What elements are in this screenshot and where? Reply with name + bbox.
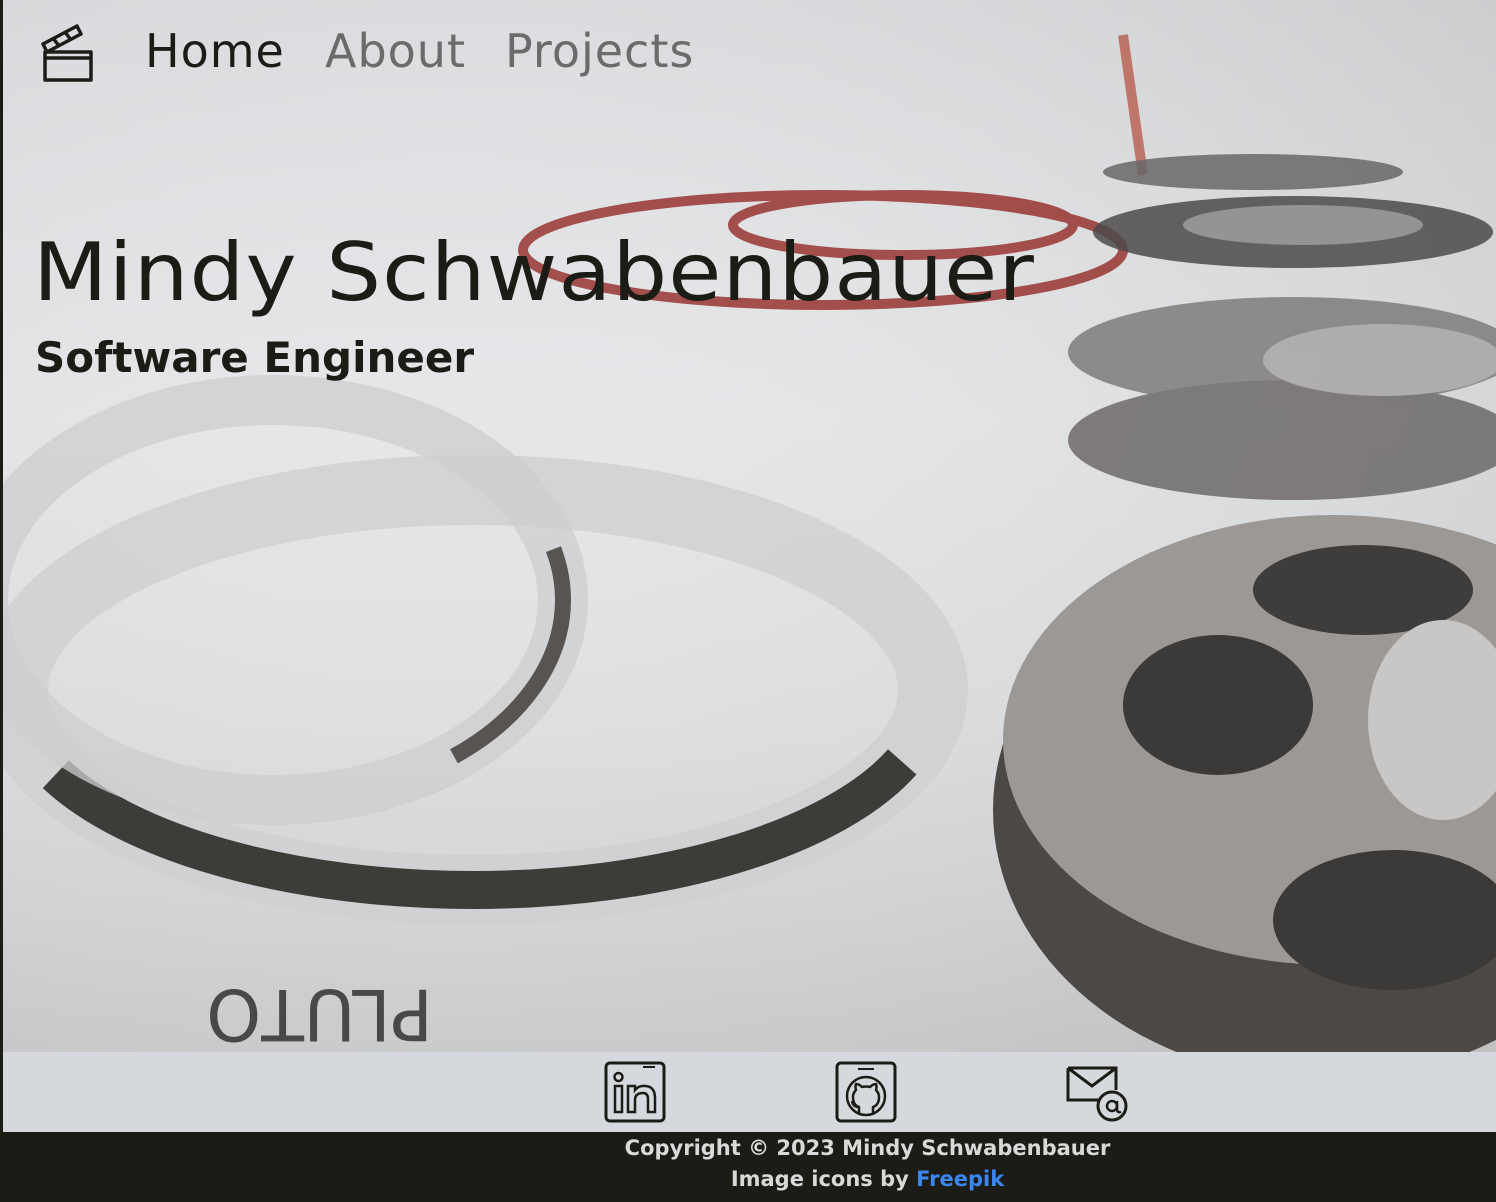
- nav-link-projects[interactable]: Projects: [505, 20, 694, 82]
- nav-link-home[interactable]: Home: [145, 20, 285, 82]
- social-links-bar: [3, 1052, 1496, 1132]
- main-nav: Home About Projects: [3, 0, 903, 110]
- film-reels-background-image: PLUTO: [3, 0, 1496, 1052]
- hero-name: Mindy Schwabenbauer: [33, 226, 1035, 319]
- site-footer: Copyright © 2023 Mindy Schwabenbauer Ima…: [3, 1132, 1496, 1197]
- page-frame: PLUTO Home About Projects Mindy Schwaben…: [0, 0, 1496, 1202]
- github-link[interactable]: [834, 1060, 898, 1124]
- hero-section: PLUTO Home About Projects Mindy Schwaben…: [3, 0, 1496, 1052]
- email-icon: [1066, 1066, 1128, 1122]
- nav-link-about[interactable]: About: [325, 20, 466, 82]
- github-icon: [835, 1061, 897, 1123]
- linkedin-link[interactable]: [603, 1060, 667, 1124]
- svg-text:PLUTO: PLUTO: [206, 973, 433, 1052]
- freepik-link[interactable]: Freepik: [916, 1167, 1004, 1191]
- image-credit: Image icons by Freepik: [3, 1164, 1496, 1194]
- email-link[interactable]: [1065, 1060, 1129, 1124]
- image-credit-text: Image icons by: [730, 1167, 917, 1191]
- linkedin-icon: [604, 1061, 666, 1123]
- clapperboard-icon[interactable]: [39, 20, 97, 84]
- copyright-text: Copyright © 2023 Mindy Schwabenbauer: [624, 1136, 1111, 1160]
- hero-role: Software Engineer: [35, 333, 475, 382]
